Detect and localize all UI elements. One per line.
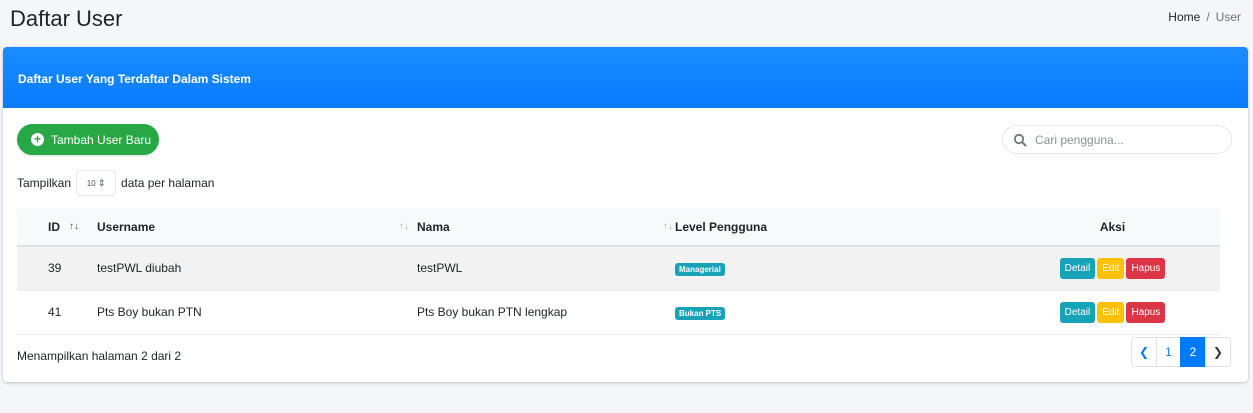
chevron-left-icon[interactable]: ❮ [1131, 337, 1157, 367]
sort-asc-icon: ↑↓ [69, 221, 79, 232]
breadcrumb: Home / User [1168, 10, 1241, 24]
delete-button[interactable]: Hapus [1126, 301, 1166, 323]
cell-level: Bukan PTS [675, 290, 1005, 335]
cell-id: 39 [17, 246, 97, 291]
edit-button[interactable]: Edit [1097, 301, 1125, 323]
breadcrumb-home-link[interactable]: Home [1168, 10, 1200, 24]
column-level-label: Level Pengguna [675, 220, 768, 234]
delete-button[interactable]: Hapus [1126, 257, 1166, 279]
sort-icon: ↑↓ [663, 221, 673, 232]
page-title: Daftar User [10, 6, 123, 31]
cell-nama: testPWL [417, 246, 675, 291]
breadcrumb-current: User [1215, 10, 1241, 24]
search-icon [1013, 133, 1027, 146]
pagination-info: Menampilkan halaman 2 dari 2 [17, 349, 182, 363]
card-title: Daftar User Yang Terdaftar Dalam Sistem [18, 72, 251, 86]
column-nama-label: Nama [417, 220, 450, 234]
length-suffix: data per halaman [121, 176, 215, 190]
column-header-level[interactable]: Level Pengguna [675, 209, 1005, 247]
add-user-label: Tambah User Baru [51, 132, 152, 147]
column-header-nama[interactable]: Nama ↑↓ [417, 209, 675, 247]
search-input[interactable] [1035, 132, 1215, 147]
users-table-wrap: ID ↑↓ Username ↑↓ Nama ↑↓ Level Pengguna [17, 209, 1220, 335]
sort-updown-icon: ⇕ [97, 177, 106, 188]
cell-actions: Detail Edit Hapus [1005, 290, 1220, 335]
table-row: 41 Pts Boy bukan PTN Pts Boy bukan PTN l… [17, 290, 1220, 335]
users-card: Daftar User Yang Terdaftar Dalam Sistem … [3, 47, 1248, 382]
column-aksi-label: Aksi [1099, 220, 1126, 234]
column-header-id[interactable]: ID ↑↓ [17, 209, 97, 247]
column-id-label: ID [48, 220, 60, 234]
level-badge: Bukan PTS [675, 306, 726, 320]
page-length-control: Tampilkan 10 ⇕ data per halaman [17, 169, 214, 197]
cell-level: Managerial [675, 246, 1005, 291]
card-header: Daftar User Yang Terdaftar Dalam Sistem [3, 47, 1248, 108]
cell-actions: Detail Edit Hapus [1005, 246, 1220, 291]
page-1-button[interactable]: 1 [1156, 337, 1181, 367]
page-2-button[interactable]: 2 [1180, 337, 1206, 367]
sort-icon: ↑↓ [399, 221, 409, 232]
plus-circle-icon: + [31, 133, 44, 146]
add-user-button[interactable]: + Tambah User Baru [17, 124, 159, 155]
detail-button[interactable]: Detail [1059, 257, 1096, 279]
detail-button[interactable]: Detail [1059, 301, 1096, 323]
cell-username: testPWL diubah [97, 246, 417, 291]
cell-username: Pts Boy bukan PTN [97, 290, 417, 335]
pagination: ❮ 1 2 ❯ [1131, 337, 1231, 367]
cell-nama: Pts Boy bukan PTN lengkap [417, 290, 675, 335]
breadcrumb-separator: / [1206, 10, 1210, 24]
page-length-value: 10 [86, 178, 96, 188]
column-header-aksi: Aksi [1005, 209, 1220, 247]
search-box[interactable] [1002, 125, 1232, 154]
chevron-right-icon[interactable]: ❯ [1205, 337, 1231, 367]
cell-id: 41 [17, 290, 97, 335]
edit-button[interactable]: Edit [1097, 257, 1125, 279]
table-row: 39 testPWL diubah testPWL Managerial Det… [17, 246, 1220, 291]
length-prefix: Tampilkan [17, 176, 72, 190]
column-header-username[interactable]: Username ↑↓ [97, 209, 417, 247]
page-header: Daftar User Home / User [0, 0, 1253, 40]
column-username-label: Username [97, 220, 156, 234]
level-badge: Managerial [675, 262, 725, 276]
users-table: ID ↑↓ Username ↑↓ Nama ↑↓ Level Pengguna [17, 209, 1220, 335]
page-length-select[interactable]: 10 ⇕ [76, 170, 117, 196]
table-header-row: ID ↑↓ Username ↑↓ Nama ↑↓ Level Pengguna [17, 209, 1220, 247]
